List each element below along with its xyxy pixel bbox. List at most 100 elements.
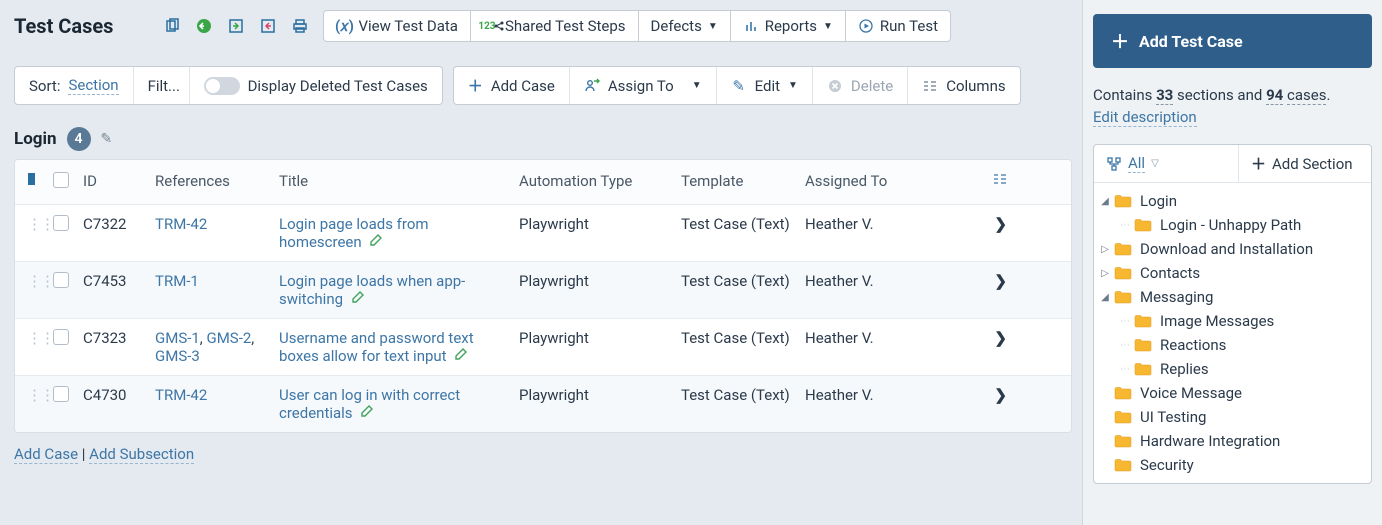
- row-expand-icon[interactable]: ❯: [971, 386, 1011, 404]
- tree-node[interactable]: ▷Contacts: [1100, 261, 1365, 285]
- sort-button[interactable]: Sort: Section: [15, 67, 134, 104]
- add-section-button[interactable]: ＋ Add Section: [1239, 145, 1365, 182]
- tree-node[interactable]: ⋯Replies: [1100, 357, 1365, 381]
- defects-button[interactable]: Defects ▼: [639, 10, 731, 42]
- filter-button[interactable]: Filt...: [134, 67, 190, 104]
- select-all-checkbox[interactable]: [49, 172, 79, 192]
- print-icon[interactable]: [291, 17, 309, 35]
- drag-handle-icon[interactable]: ⋮⋮: [23, 386, 49, 404]
- row-layout-icon[interactable]: [971, 172, 1011, 190]
- row-expand-icon[interactable]: ❯: [971, 215, 1011, 233]
- chevron-down-icon: ▼: [788, 80, 798, 91]
- tree-node[interactable]: ⋯Image Messages: [1100, 309, 1365, 333]
- tree-node-label: Security: [1140, 456, 1194, 474]
- row-references: TRM-42: [151, 215, 275, 233]
- tree-node[interactable]: ⋯Login - Unhappy Path: [1100, 213, 1365, 237]
- drag-handle-icon[interactable]: ⋮⋮: [23, 272, 49, 290]
- reference-link[interactable]: TRM-42: [155, 215, 207, 233]
- reference-link[interactable]: GMS-1: [155, 329, 200, 347]
- x-circle-icon: [827, 78, 843, 94]
- col-id[interactable]: ID: [79, 172, 151, 190]
- export-icon[interactable]: [259, 17, 277, 35]
- reference-link[interactable]: GMS-3: [155, 347, 200, 365]
- title-link[interactable]: Login page loads from homescreen: [279, 215, 429, 251]
- reference-link[interactable]: TRM-1: [155, 272, 199, 290]
- row-references: GMS-1, GMS-2, GMS-3: [151, 329, 275, 365]
- tree-node[interactable]: ◢Messaging: [1100, 285, 1365, 309]
- tree-node-label: Hardware Integration: [1140, 432, 1280, 450]
- row-expand-icon[interactable]: ❯: [971, 329, 1011, 347]
- columns-icon: [922, 78, 938, 94]
- columns-button[interactable]: Columns: [908, 67, 1019, 104]
- col-title[interactable]: Title: [275, 172, 515, 190]
- folder-icon: [1114, 194, 1132, 208]
- display-deleted-toggle[interactable]: Display Deleted Test Cases: [190, 67, 442, 104]
- tree-node-label: UI Testing: [1140, 408, 1206, 426]
- edit-section-icon[interactable]: ✎: [101, 131, 113, 147]
- folder-icon: [1134, 314, 1152, 328]
- tree-node[interactable]: ⋯Reactions: [1100, 333, 1365, 357]
- drag-handle-icon[interactable]: ⋮⋮: [23, 329, 49, 347]
- row-expand-icon[interactable]: ❯: [971, 272, 1011, 290]
- tree-node[interactable]: ◢ Login: [1100, 189, 1365, 213]
- copy-icon[interactable]: [163, 17, 181, 35]
- sort-value: Section: [68, 76, 118, 95]
- row-template: Test Case (Text): [677, 215, 801, 233]
- reference-link[interactable]: GMS-2: [206, 329, 251, 347]
- add-case-button[interactable]: ＋ Add Case: [454, 67, 570, 104]
- tree-line-icon: ⋯: [1120, 340, 1130, 351]
- edit-row-icon[interactable]: [360, 404, 374, 422]
- title-link[interactable]: Login page loads when app-switching: [279, 272, 465, 308]
- edit-row-icon[interactable]: [454, 347, 468, 365]
- row-checkbox[interactable]: [49, 386, 79, 406]
- import-icon[interactable]: [195, 17, 213, 35]
- row-checkbox[interactable]: [49, 215, 79, 235]
- shared-test-steps-button[interactable]: 123 Shared Test Steps: [471, 10, 639, 42]
- collapse-icon[interactable]: [23, 172, 49, 190]
- col-references[interactable]: References: [151, 172, 275, 190]
- tree-node[interactable]: Hardware Integration: [1100, 429, 1365, 453]
- tree-node-label: Voice Message: [1140, 384, 1242, 402]
- add-section-label: Add Section: [1272, 155, 1353, 173]
- toggle-icon: [204, 77, 240, 95]
- add-case-link[interactable]: Add Case: [14, 445, 78, 464]
- edit-row-icon[interactable]: [351, 290, 365, 308]
- tree-node[interactable]: Voice Message: [1100, 381, 1365, 405]
- assign-to-button[interactable]: Assign To ▼: [570, 67, 717, 104]
- edit-description-link[interactable]: Edit description: [1093, 108, 1197, 127]
- row-references: TRM-1: [151, 272, 275, 290]
- col-assigned-to[interactable]: Assigned To: [801, 172, 971, 190]
- folder-icon: [1114, 458, 1132, 472]
- drag-handle-icon[interactable]: ⋮⋮: [23, 215, 49, 233]
- row-checkbox[interactable]: [49, 272, 79, 292]
- tree-all-button[interactable]: All ▽: [1094, 145, 1239, 182]
- reference-link[interactable]: TRM-42: [155, 386, 207, 404]
- shared-steps-label: Shared Test Steps: [505, 17, 626, 35]
- reports-label: Reports: [765, 17, 817, 35]
- row-title: Login page loads from homescreen: [275, 215, 515, 251]
- col-automation-type[interactable]: Automation Type: [515, 172, 677, 190]
- reports-button[interactable]: Reports ▼: [731, 10, 846, 42]
- view-test-data-button[interactable]: (𝑥) View Test Data: [323, 10, 470, 42]
- row-checkbox[interactable]: [49, 329, 79, 349]
- run-test-label: Run Test: [880, 17, 938, 35]
- col-template[interactable]: Template: [677, 172, 801, 190]
- tree-node[interactable]: Security: [1100, 453, 1365, 477]
- edit-button[interactable]: ✎ Edit ▼: [717, 67, 813, 104]
- add-test-case-button[interactable]: ＋ Add Test Case: [1093, 14, 1372, 68]
- delete-button[interactable]: Delete: [813, 67, 908, 104]
- run-test-button[interactable]: Run Test: [846, 10, 951, 42]
- import-alt-icon[interactable]: [227, 17, 245, 35]
- test-cases-table: ID References Title Automation Type Temp…: [14, 159, 1072, 433]
- tree-node[interactable]: ▷Download and Installation: [1100, 237, 1365, 261]
- tree-node[interactable]: UI Testing: [1100, 405, 1365, 429]
- row-title: User can log in with correct credentials: [275, 386, 515, 422]
- row-assigned-to: Heather V.: [801, 329, 971, 347]
- caret-down-icon: ◢: [1100, 196, 1110, 207]
- add-subsection-link[interactable]: Add Subsection: [89, 445, 194, 464]
- tree-node-label: Login: [1140, 192, 1177, 210]
- row-id: C7453: [79, 272, 151, 290]
- title-link[interactable]: Username and password text boxes allow f…: [279, 329, 474, 365]
- edit-row-icon[interactable]: [369, 233, 383, 251]
- view-test-data-label: View Test Data: [358, 17, 457, 35]
